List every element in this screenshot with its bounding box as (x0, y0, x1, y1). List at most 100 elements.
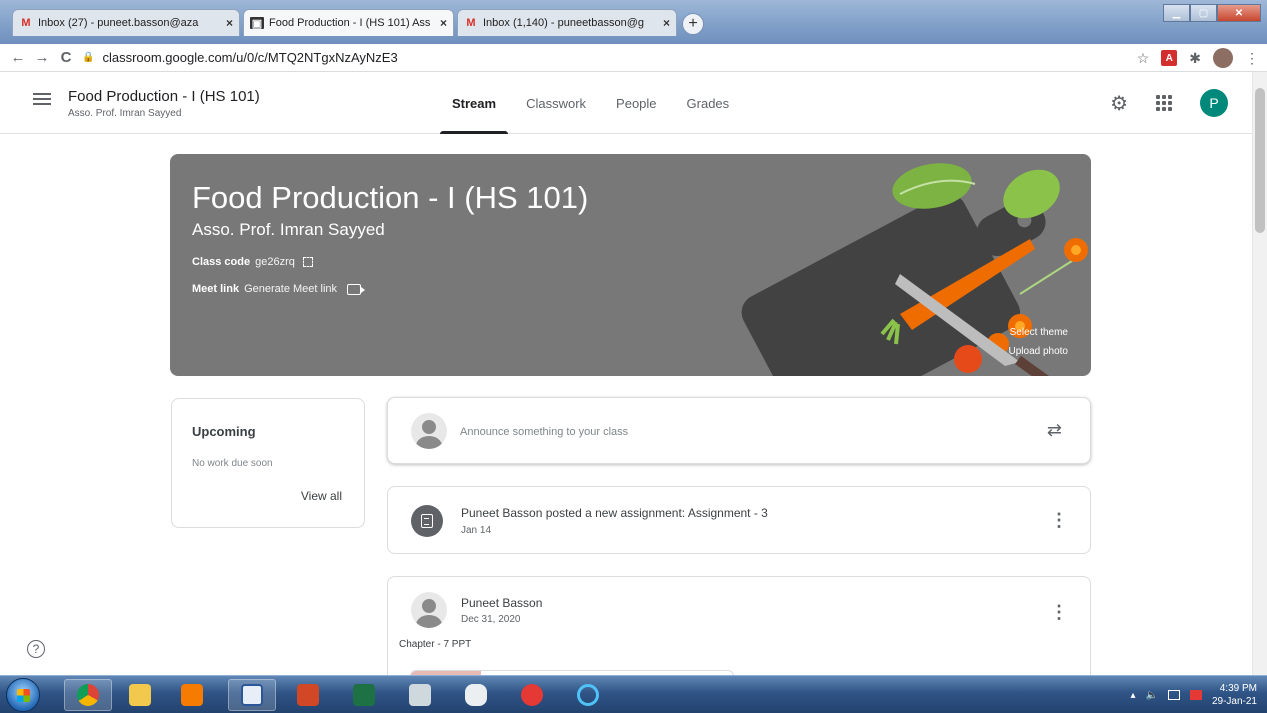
more-options-icon[interactable]: ⋮ (1050, 511, 1068, 529)
reload-button[interactable]: C (54, 49, 78, 66)
browser-tab-title: Inbox (1,140) - puneetbasson@g (483, 17, 644, 29)
word-icon (241, 684, 263, 706)
class-banner: Food Production - I (HS 101) Asso. Prof.… (170, 154, 1091, 376)
post-date: Jan 14 (461, 525, 492, 536)
bookmark-star-icon[interactable]: ☆ (1137, 50, 1150, 67)
main-menu-icon[interactable] (33, 93, 51, 105)
view-all-link[interactable]: View all (301, 489, 342, 503)
meet-link-row: Meet link Generate Meet link (192, 283, 366, 295)
user-avatar-icon (411, 413, 447, 449)
taskbar-calculator[interactable] (396, 679, 444, 711)
repost-icon[interactable]: ⇄ (1047, 420, 1062, 441)
google-apps-icon[interactable] (1156, 95, 1172, 111)
action-center-flag-icon[interactable] (1189, 690, 1202, 700)
upload-photo-link[interactable]: Upload photo (1009, 346, 1069, 357)
browser-tab-gmail-1[interactable]: M Inbox (27) - puneet.basson@aza × (12, 9, 240, 36)
more-options-icon[interactable]: ⋮ (1050, 603, 1068, 621)
meet-link-label: Meet link (192, 283, 240, 295)
class-nav-tabs: Stream Classwork People Grades (440, 72, 747, 134)
author-avatar-icon (411, 592, 447, 628)
announce-placeholder[interactable]: Announce something to your class (460, 426, 628, 438)
internet-explorer-icon (577, 684, 599, 706)
eraser-icon (465, 684, 487, 706)
tab-grades[interactable]: Grades (675, 72, 742, 134)
taskbar-paint[interactable] (508, 679, 556, 711)
close-tab-icon[interactable]: × (663, 16, 670, 30)
browser-tab-title: Food Production - I (HS 101) Ass (269, 17, 431, 29)
tab-classwork[interactable]: Classwork (514, 72, 598, 134)
cutting-board-illustration (741, 163, 1088, 376)
banner-class-title: Food Production - I (HS 101) (192, 180, 589, 215)
window-controls: ▁ ▢ ✕ (1163, 4, 1261, 22)
windows-taskbar: ▴ 🔈 4:39 PM 29-Jan-21 (0, 675, 1267, 713)
post-title[interactable]: Puneet Basson posted a new assignment: A… (461, 506, 768, 520)
address-bar[interactable]: 🔒 classroom.google.com/u/0/c/MTQ2NTgxNzA… (82, 50, 398, 65)
select-theme-link[interactable]: Select theme (1010, 327, 1068, 338)
classroom-icon: ▣ (250, 17, 264, 30)
taskbar-powerpoint[interactable] (284, 679, 332, 711)
gmail-icon: M (466, 17, 476, 29)
class-code-value: ge26zrq (255, 256, 295, 268)
browser-tab-strip: M Inbox (27) - puneet.basson@aza × ▣ Foo… (0, 0, 1267, 44)
upcoming-empty-text: No work due soon (192, 458, 273, 469)
browser-menu-icon[interactable]: ⋮ (1245, 50, 1259, 67)
gear-icon[interactable]: ⚙ (1110, 91, 1128, 116)
assignment-icon (411, 505, 443, 537)
taskbar-ie[interactable] (564, 679, 612, 711)
upcoming-panel: Upcoming No work due soon View all (171, 398, 365, 528)
account-avatar[interactable]: P (1200, 89, 1228, 117)
start-button[interactable] (6, 678, 40, 712)
header-class-title[interactable]: Food Production - I (HS 101) (68, 88, 260, 105)
window-close-button[interactable]: ✕ (1217, 4, 1261, 22)
volume-icon[interactable]: 🔈 (1146, 690, 1158, 701)
close-tab-icon[interactable]: × (226, 16, 233, 30)
folder-icon (129, 684, 151, 706)
classroom-header: Food Production - I (HS 101) Asso. Prof.… (0, 72, 1252, 134)
close-tab-icon[interactable]: × (440, 16, 447, 30)
tab-people[interactable]: People (604, 72, 668, 134)
profile-avatar-icon[interactable] (1213, 48, 1233, 68)
clock-date: 29-Jan-21 (1211, 696, 1257, 707)
help-icon[interactable]: ? (27, 640, 45, 658)
stream-post-assignment[interactable]: Puneet Basson posted a new assignment: A… (387, 486, 1091, 554)
lock-icon: 🔒 (82, 52, 95, 63)
system-tray: ▴ 🔈 4:39 PM 29-Jan-21 (1130, 682, 1257, 708)
taskbar-explorer[interactable] (116, 679, 164, 711)
browser-tab-title: Inbox (27) - puneet.basson@aza (38, 17, 199, 29)
upcoming-title: Upcoming (192, 424, 256, 439)
taskbar-clock[interactable]: 4:39 PM 29-Jan-21 (1212, 682, 1257, 708)
generate-meet-link[interactable]: Generate Meet link (244, 283, 337, 295)
powerpoint-icon (297, 684, 319, 706)
class-code-label: Class code (192, 256, 251, 268)
clock-time: 4:39 PM (1219, 683, 1257, 694)
video-camera-icon[interactable] (347, 283, 366, 295)
back-button[interactable]: ← (6, 49, 30, 66)
tab-stream[interactable]: Stream (440, 72, 509, 134)
maximize-button[interactable]: ▢ (1190, 4, 1217, 22)
browser-tab-classroom[interactable]: ▣ Food Production - I (HS 101) Ass × (243, 9, 454, 36)
header-class-subtitle: Asso. Prof. Imran Sayyed (68, 108, 182, 119)
media-player-icon (181, 684, 203, 706)
excel-icon (353, 684, 375, 706)
browser-toolbar: ← → C 🔒 classroom.google.com/u/0/c/MTQ2N… (0, 44, 1267, 72)
announce-box[interactable]: Announce something to your class ⇄ (387, 397, 1091, 464)
post-author: Puneet Basson (461, 596, 543, 610)
pdf-extension-icon[interactable]: A (1161, 50, 1178, 66)
scrollbar-thumb[interactable] (1255, 88, 1265, 233)
network-icon[interactable] (1167, 690, 1180, 700)
tray-expand-icon[interactable]: ▴ (1130, 690, 1135, 701)
minimize-button[interactable]: ▁ (1163, 4, 1190, 22)
extensions-icon[interactable]: ✱ (1189, 50, 1201, 67)
expand-icon[interactable] (302, 257, 313, 267)
taskbar-word[interactable] (228, 679, 276, 711)
taskbar-chrome[interactable] (64, 679, 112, 711)
taskbar-eraser[interactable] (452, 679, 500, 711)
taskbar-media[interactable] (168, 679, 216, 711)
new-tab-button[interactable]: + (682, 13, 704, 35)
calculator-icon (409, 684, 431, 706)
forward-button[interactable]: → (30, 49, 54, 66)
paint-splash-icon (521, 684, 543, 706)
browser-tab-gmail-2[interactable]: M Inbox (1,140) - puneetbasson@g × (457, 9, 677, 36)
taskbar-excel[interactable] (340, 679, 388, 711)
url-text: classroom.google.com/u/0/c/MTQ2NTgxNzAyN… (102, 50, 398, 65)
